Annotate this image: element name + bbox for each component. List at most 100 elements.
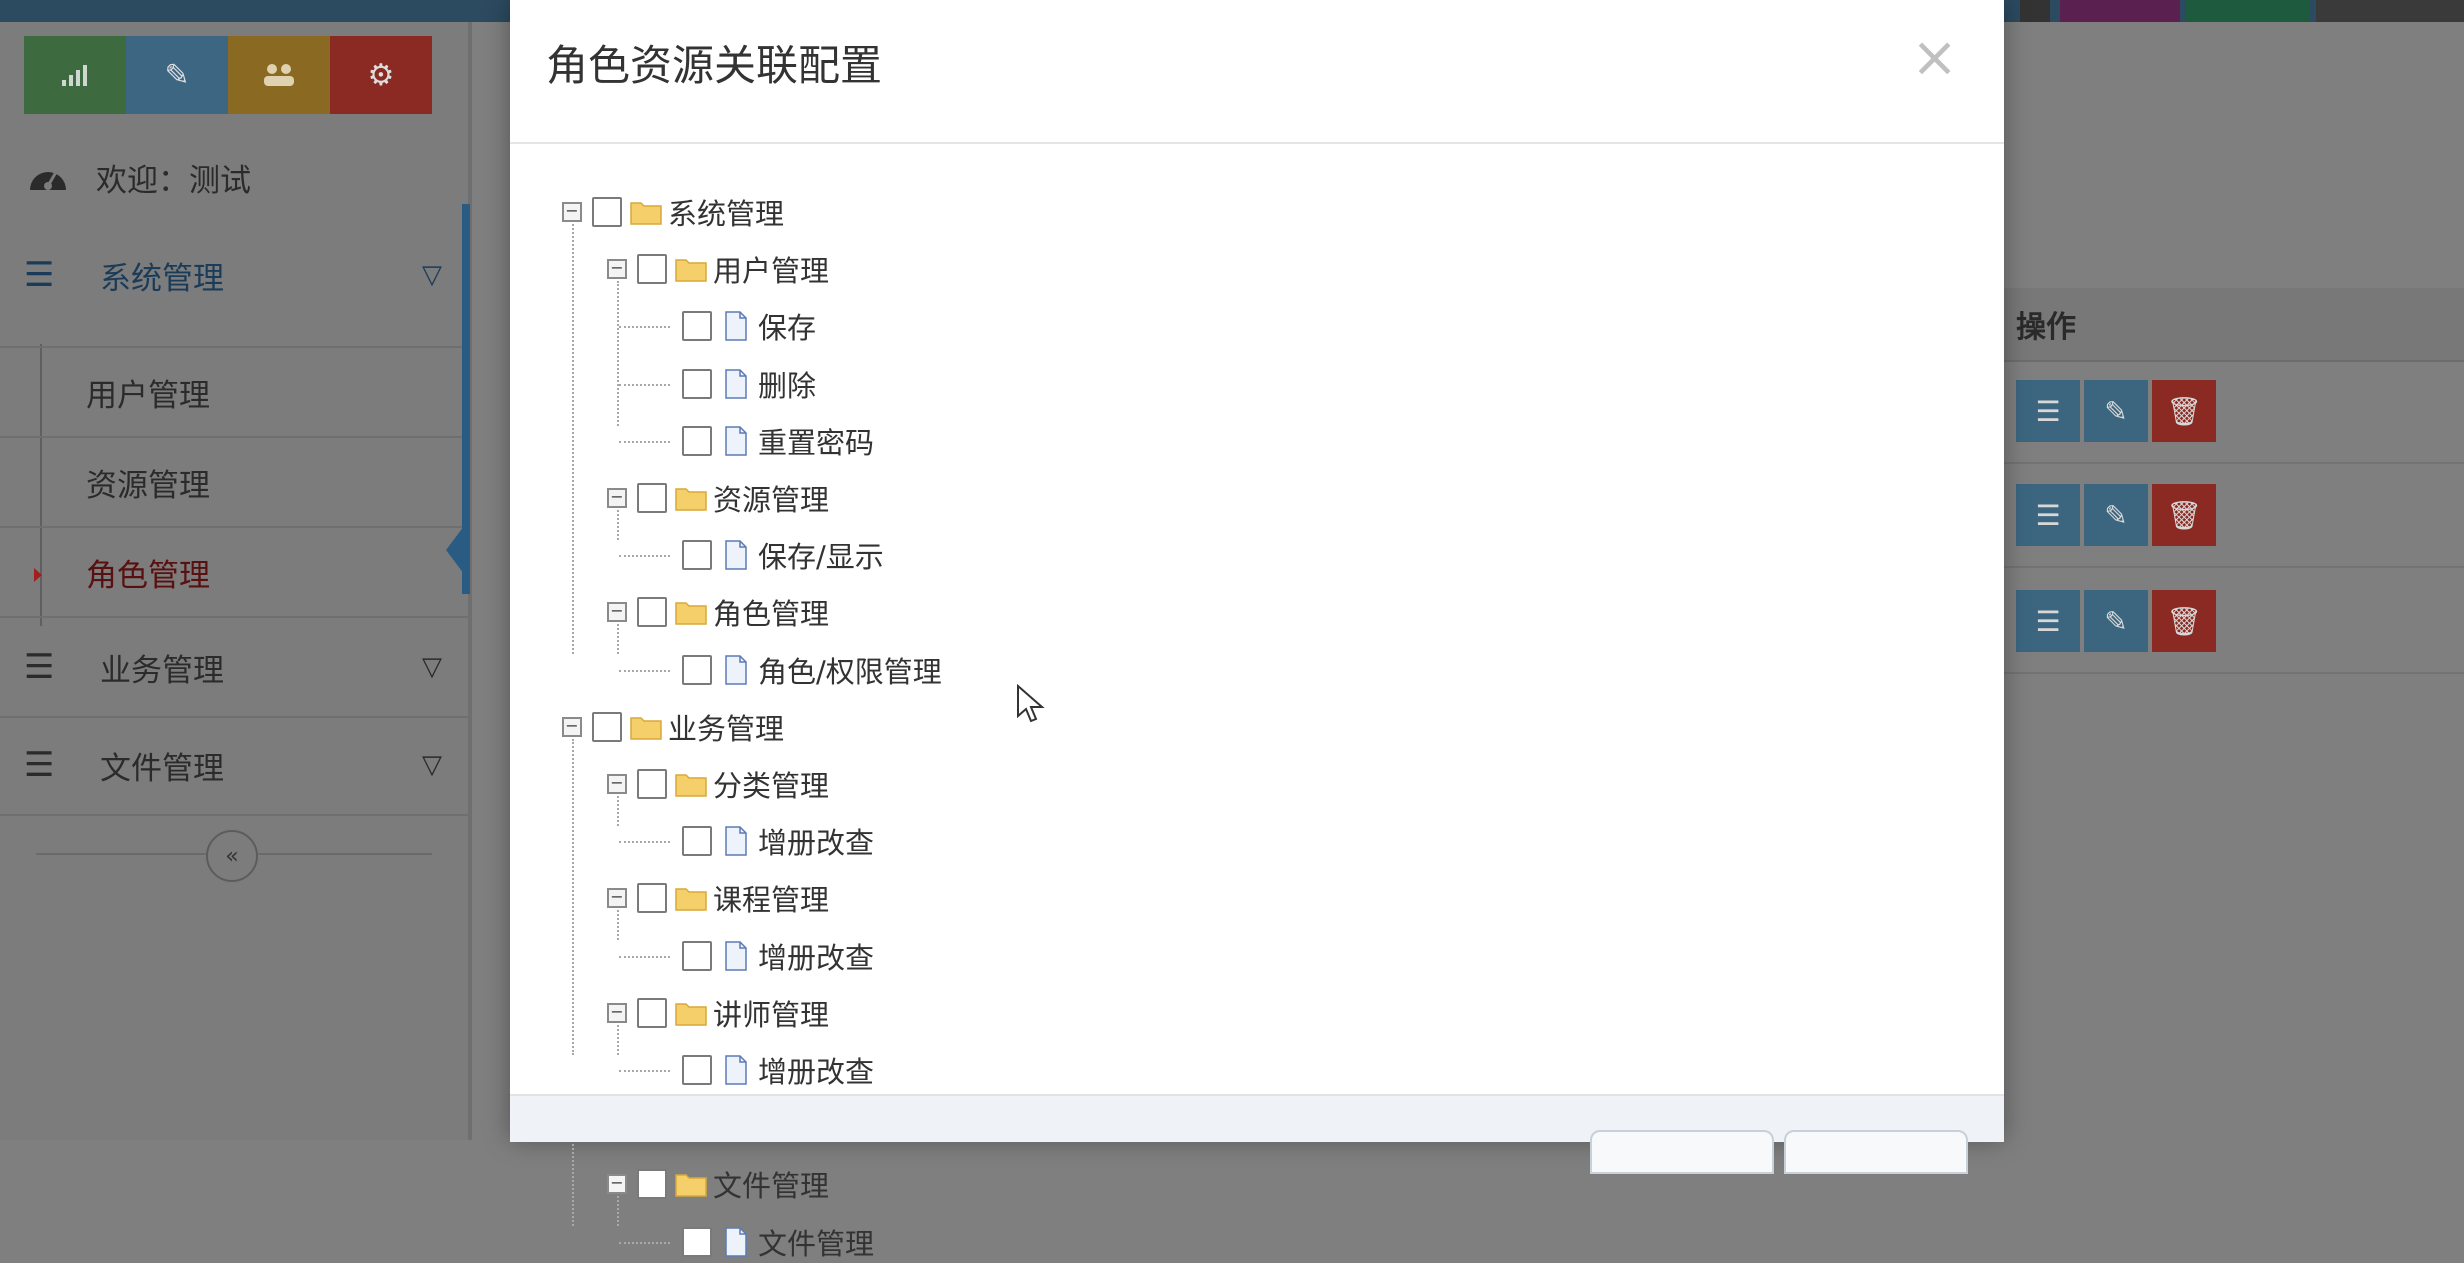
tree-node-label[interactable]: 角色管理 bbox=[713, 591, 829, 633]
tree-checkbox[interactable] bbox=[637, 254, 667, 285]
edit-button[interactable]: ✎ bbox=[2084, 484, 2148, 546]
active-menu-arrow bbox=[446, 518, 470, 582]
tree-leaf-node: 增册改查 bbox=[652, 1050, 874, 1090]
tree-checkbox[interactable] bbox=[682, 368, 712, 399]
tree-leaf-node: 增册改查 bbox=[652, 821, 874, 861]
tree-checkbox[interactable] bbox=[682, 425, 712, 456]
chevron-down-icon: ▽ bbox=[422, 750, 442, 780]
tree-folder-node: − 系统管理 bbox=[562, 192, 784, 232]
list-icon: ☰ bbox=[24, 745, 55, 785]
delete-button[interactable]: 🗑 bbox=[2152, 590, 2216, 652]
tree-node-label[interactable]: 讲师管理 bbox=[713, 992, 829, 1034]
tree-connector-line bbox=[619, 383, 670, 386]
tree-node-label[interactable]: 增册改查 bbox=[758, 1049, 874, 1091]
tree-checkbox[interactable] bbox=[592, 197, 622, 227]
table-row: ☰ ✎ 🗑 bbox=[2016, 590, 2216, 652]
sidebar-collapse-button[interactable]: « bbox=[206, 830, 258, 882]
tree-connector-line bbox=[617, 510, 619, 540]
nav-system-management[interactable]: ☰ 系统管理 ▽ bbox=[0, 226, 468, 324]
collapse-toggle-icon[interactable]: − bbox=[607, 888, 627, 909]
welcome-label: 欢迎：测试 bbox=[96, 162, 251, 199]
trash-icon: 🗑 bbox=[2166, 498, 2202, 532]
group-icon[interactable] bbox=[228, 36, 330, 114]
tree-connector-line bbox=[617, 281, 619, 426]
tree-node-label[interactable]: 资源管理 bbox=[713, 477, 829, 519]
tree-node-label[interactable]: 删除 bbox=[758, 363, 816, 405]
list-icon: ☰ bbox=[24, 255, 55, 295]
sidebar-item-user-management[interactable]: 用户管理 bbox=[0, 346, 468, 436]
tree-node-label[interactable]: 增册改查 bbox=[758, 820, 874, 862]
tree-checkbox[interactable] bbox=[637, 597, 667, 628]
tree-node-label[interactable]: 增册改查 bbox=[758, 935, 874, 977]
tree-node-label[interactable]: 分类管理 bbox=[713, 763, 829, 805]
tree-checkbox[interactable] bbox=[592, 711, 622, 742]
tree-checkbox[interactable] bbox=[682, 311, 712, 342]
file-icon bbox=[720, 426, 752, 456]
modal-header: 角色资源关联配置 × bbox=[510, 0, 2004, 144]
tree-node-label[interactable]: 文件管理 bbox=[758, 1221, 874, 1263]
tree-leaf-node: 保存/显示 bbox=[652, 535, 884, 575]
folder-icon bbox=[675, 483, 707, 513]
delete-button[interactable]: 🗑 bbox=[2152, 380, 2216, 442]
edit-button[interactable]: ✎ bbox=[2084, 590, 2148, 652]
tree-connector-line bbox=[617, 1024, 619, 1055]
nav-file-management[interactable]: ☰ 文件管理 ▽ bbox=[0, 716, 468, 816]
list-icon: ☰ bbox=[2035, 394, 2061, 428]
edit-button[interactable]: ✎ bbox=[2084, 380, 2148, 442]
pencil-icon: ✎ bbox=[2104, 498, 2128, 532]
collapse-toggle-icon[interactable]: − bbox=[562, 202, 582, 222]
sidebar-item-resource-management[interactable]: 资源管理 bbox=[0, 436, 468, 526]
tree-checkbox[interactable] bbox=[637, 883, 667, 914]
details-button[interactable]: ☰ bbox=[2016, 484, 2080, 546]
chevron-down-icon: ▽ bbox=[422, 260, 442, 290]
tree-node-label[interactable]: 用户管理 bbox=[713, 248, 829, 290]
tree-checkbox[interactable] bbox=[637, 483, 667, 513]
collapse-toggle-icon[interactable]: − bbox=[607, 1002, 627, 1023]
close-icon[interactable]: × bbox=[1911, 30, 1958, 86]
collapse-toggle-icon[interactable]: − bbox=[607, 602, 627, 623]
delete-button[interactable]: 🗑 bbox=[2152, 484, 2216, 546]
tree-checkbox[interactable] bbox=[682, 654, 712, 685]
tree-checkbox[interactable] bbox=[682, 826, 712, 857]
tree-node-label[interactable]: 角色/权限管理 bbox=[758, 649, 942, 691]
collapse-toggle-icon[interactable]: − bbox=[607, 259, 627, 280]
folder-icon bbox=[675, 254, 707, 284]
tree-leaf-node: 删除 bbox=[652, 364, 816, 404]
tree-node-label[interactable]: 保存/显示 bbox=[758, 534, 884, 576]
modal-footer bbox=[510, 1094, 2004, 1174]
tree-node-label[interactable]: 文件管理 bbox=[713, 1163, 829, 1205]
tree-connector-line bbox=[617, 910, 619, 941]
tree-checkbox[interactable] bbox=[637, 1169, 667, 1200]
tree-checkbox[interactable] bbox=[682, 1055, 712, 1085]
file-icon bbox=[720, 311, 752, 342]
sidebar-item-role-management[interactable]: 角色管理 bbox=[0, 526, 468, 616]
tree-checkbox[interactable] bbox=[682, 1226, 712, 1257]
tree-node-label[interactable]: 保存 bbox=[758, 305, 816, 347]
nav-label: 业务管理 bbox=[100, 652, 224, 689]
tree-node-label[interactable]: 重置密码 bbox=[758, 420, 874, 462]
collapse-toggle-icon[interactable]: − bbox=[607, 488, 627, 508]
collapse-toggle-icon[interactable]: − bbox=[607, 774, 627, 794]
tree-connector-line bbox=[617, 1196, 619, 1227]
tree-checkbox[interactable] bbox=[637, 997, 667, 1028]
details-button[interactable]: ☰ bbox=[2016, 380, 2080, 442]
file-icon bbox=[720, 1055, 752, 1085]
cancel-button[interactable] bbox=[1590, 1130, 1774, 1174]
column-header: 操作 bbox=[2016, 310, 2076, 345]
tree-checkbox[interactable] bbox=[682, 540, 712, 571]
details-button[interactable]: ☰ bbox=[2016, 590, 2080, 652]
pencil-icon[interactable]: ✎ bbox=[126, 36, 228, 114]
cogs-icon[interactable]: ⚙ bbox=[330, 36, 432, 114]
nav-label: 文件管理 bbox=[100, 750, 224, 787]
nav-business-management[interactable]: ☰ 业务管理 ▽ bbox=[0, 616, 468, 718]
confirm-button[interactable] bbox=[1784, 1130, 1968, 1174]
tree-checkbox[interactable] bbox=[637, 769, 667, 799]
tree-node-label[interactable]: 业务管理 bbox=[668, 706, 784, 748]
collapse-toggle-icon[interactable]: − bbox=[562, 716, 582, 737]
collapse-toggle-icon[interactable]: − bbox=[607, 1174, 627, 1195]
tree-node-label[interactable]: 系统管理 bbox=[668, 191, 784, 233]
signal-icon[interactable] bbox=[24, 36, 126, 114]
tree-folder-node: − 用户管理 bbox=[607, 249, 829, 289]
tree-node-label[interactable]: 课程管理 bbox=[713, 877, 829, 919]
tree-checkbox[interactable] bbox=[682, 940, 712, 971]
